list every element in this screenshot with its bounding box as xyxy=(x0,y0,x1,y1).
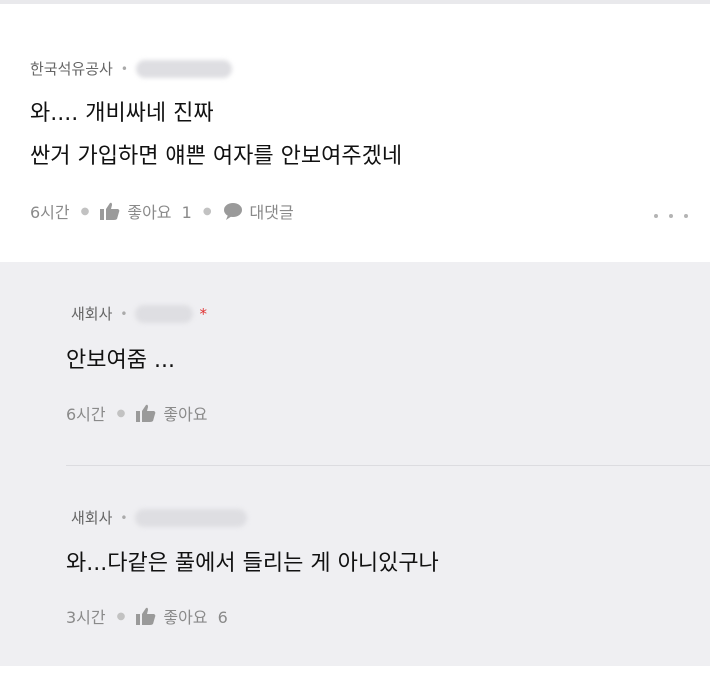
thumbs-up-icon[interactable] xyxy=(136,607,156,625)
separator-dot: ● xyxy=(80,205,90,217)
separator-dot: • xyxy=(120,306,128,321)
more-dot xyxy=(654,214,658,218)
separator-dot: • xyxy=(120,510,128,525)
thumbs-up-icon[interactable] xyxy=(100,202,120,220)
like-button[interactable]: 좋아요 6 xyxy=(163,604,227,628)
reply-author[interactable]: 새회사 xyxy=(71,507,112,528)
comment-author-line: 한국석유공사 • xyxy=(30,58,232,79)
more-horizontal-icon[interactable] xyxy=(654,209,688,223)
like-count: 6 xyxy=(217,608,228,627)
comment-meta: 6시간 ● 좋아요 1 ● 대댓글 xyxy=(30,199,294,223)
like-label: 좋아요 xyxy=(163,608,208,627)
comment-author[interactable]: 한국석유공사 xyxy=(30,58,113,79)
separator-dot: ● xyxy=(116,407,126,419)
reply-button[interactable]: 대댓글 xyxy=(250,199,294,223)
like-button[interactable]: 좋아요 1 xyxy=(127,199,191,223)
reply-text: 안보여줌 ... xyxy=(66,348,175,373)
separator-dot: ● xyxy=(116,610,126,622)
comment-time: 6시간 xyxy=(30,203,70,222)
thumbs-up-icon[interactable] xyxy=(136,404,156,422)
comment-text-line-1: 와.... 개비싸네 진짜 xyxy=(30,101,214,126)
separator-dot: • xyxy=(120,61,128,76)
reply-time: 6시간 xyxy=(66,405,106,424)
comment-text-line-2: 싼거 가입하면 얘쁜 여자를 안보여주겠네 xyxy=(30,144,403,169)
reply-meta: 6시간 ● 좋아요 xyxy=(66,401,208,425)
reply-author[interactable]: 새회사 xyxy=(71,303,112,324)
reply-time: 3시간 xyxy=(66,608,106,627)
comment-card xyxy=(0,4,710,262)
like-label: 좋아요 xyxy=(127,203,172,222)
reply-text: 와...다같은 풀에서 들리는 게 아니있구나 xyxy=(66,551,439,576)
bottom-spacer xyxy=(0,666,710,692)
blurred-nickname xyxy=(135,59,232,78)
blurred-nickname xyxy=(135,304,194,323)
reply-divider xyxy=(66,465,710,466)
like-button[interactable]: 좋아요 xyxy=(163,401,207,425)
reply-author-line: 새회사 • xyxy=(71,507,248,528)
speech-bubble-icon[interactable] xyxy=(223,202,243,220)
reply-meta: 3시간 ● 좋아요 6 xyxy=(66,604,228,628)
more-dot xyxy=(669,214,673,218)
blurred-nickname xyxy=(135,508,248,527)
reply-author-line: 새회사 • * xyxy=(71,303,207,324)
like-label: 좋아요 xyxy=(163,405,208,424)
separator-dot: ● xyxy=(202,205,212,217)
like-count: 1 xyxy=(181,203,192,222)
more-dot xyxy=(684,214,688,218)
author-badge-star: * xyxy=(199,304,207,323)
